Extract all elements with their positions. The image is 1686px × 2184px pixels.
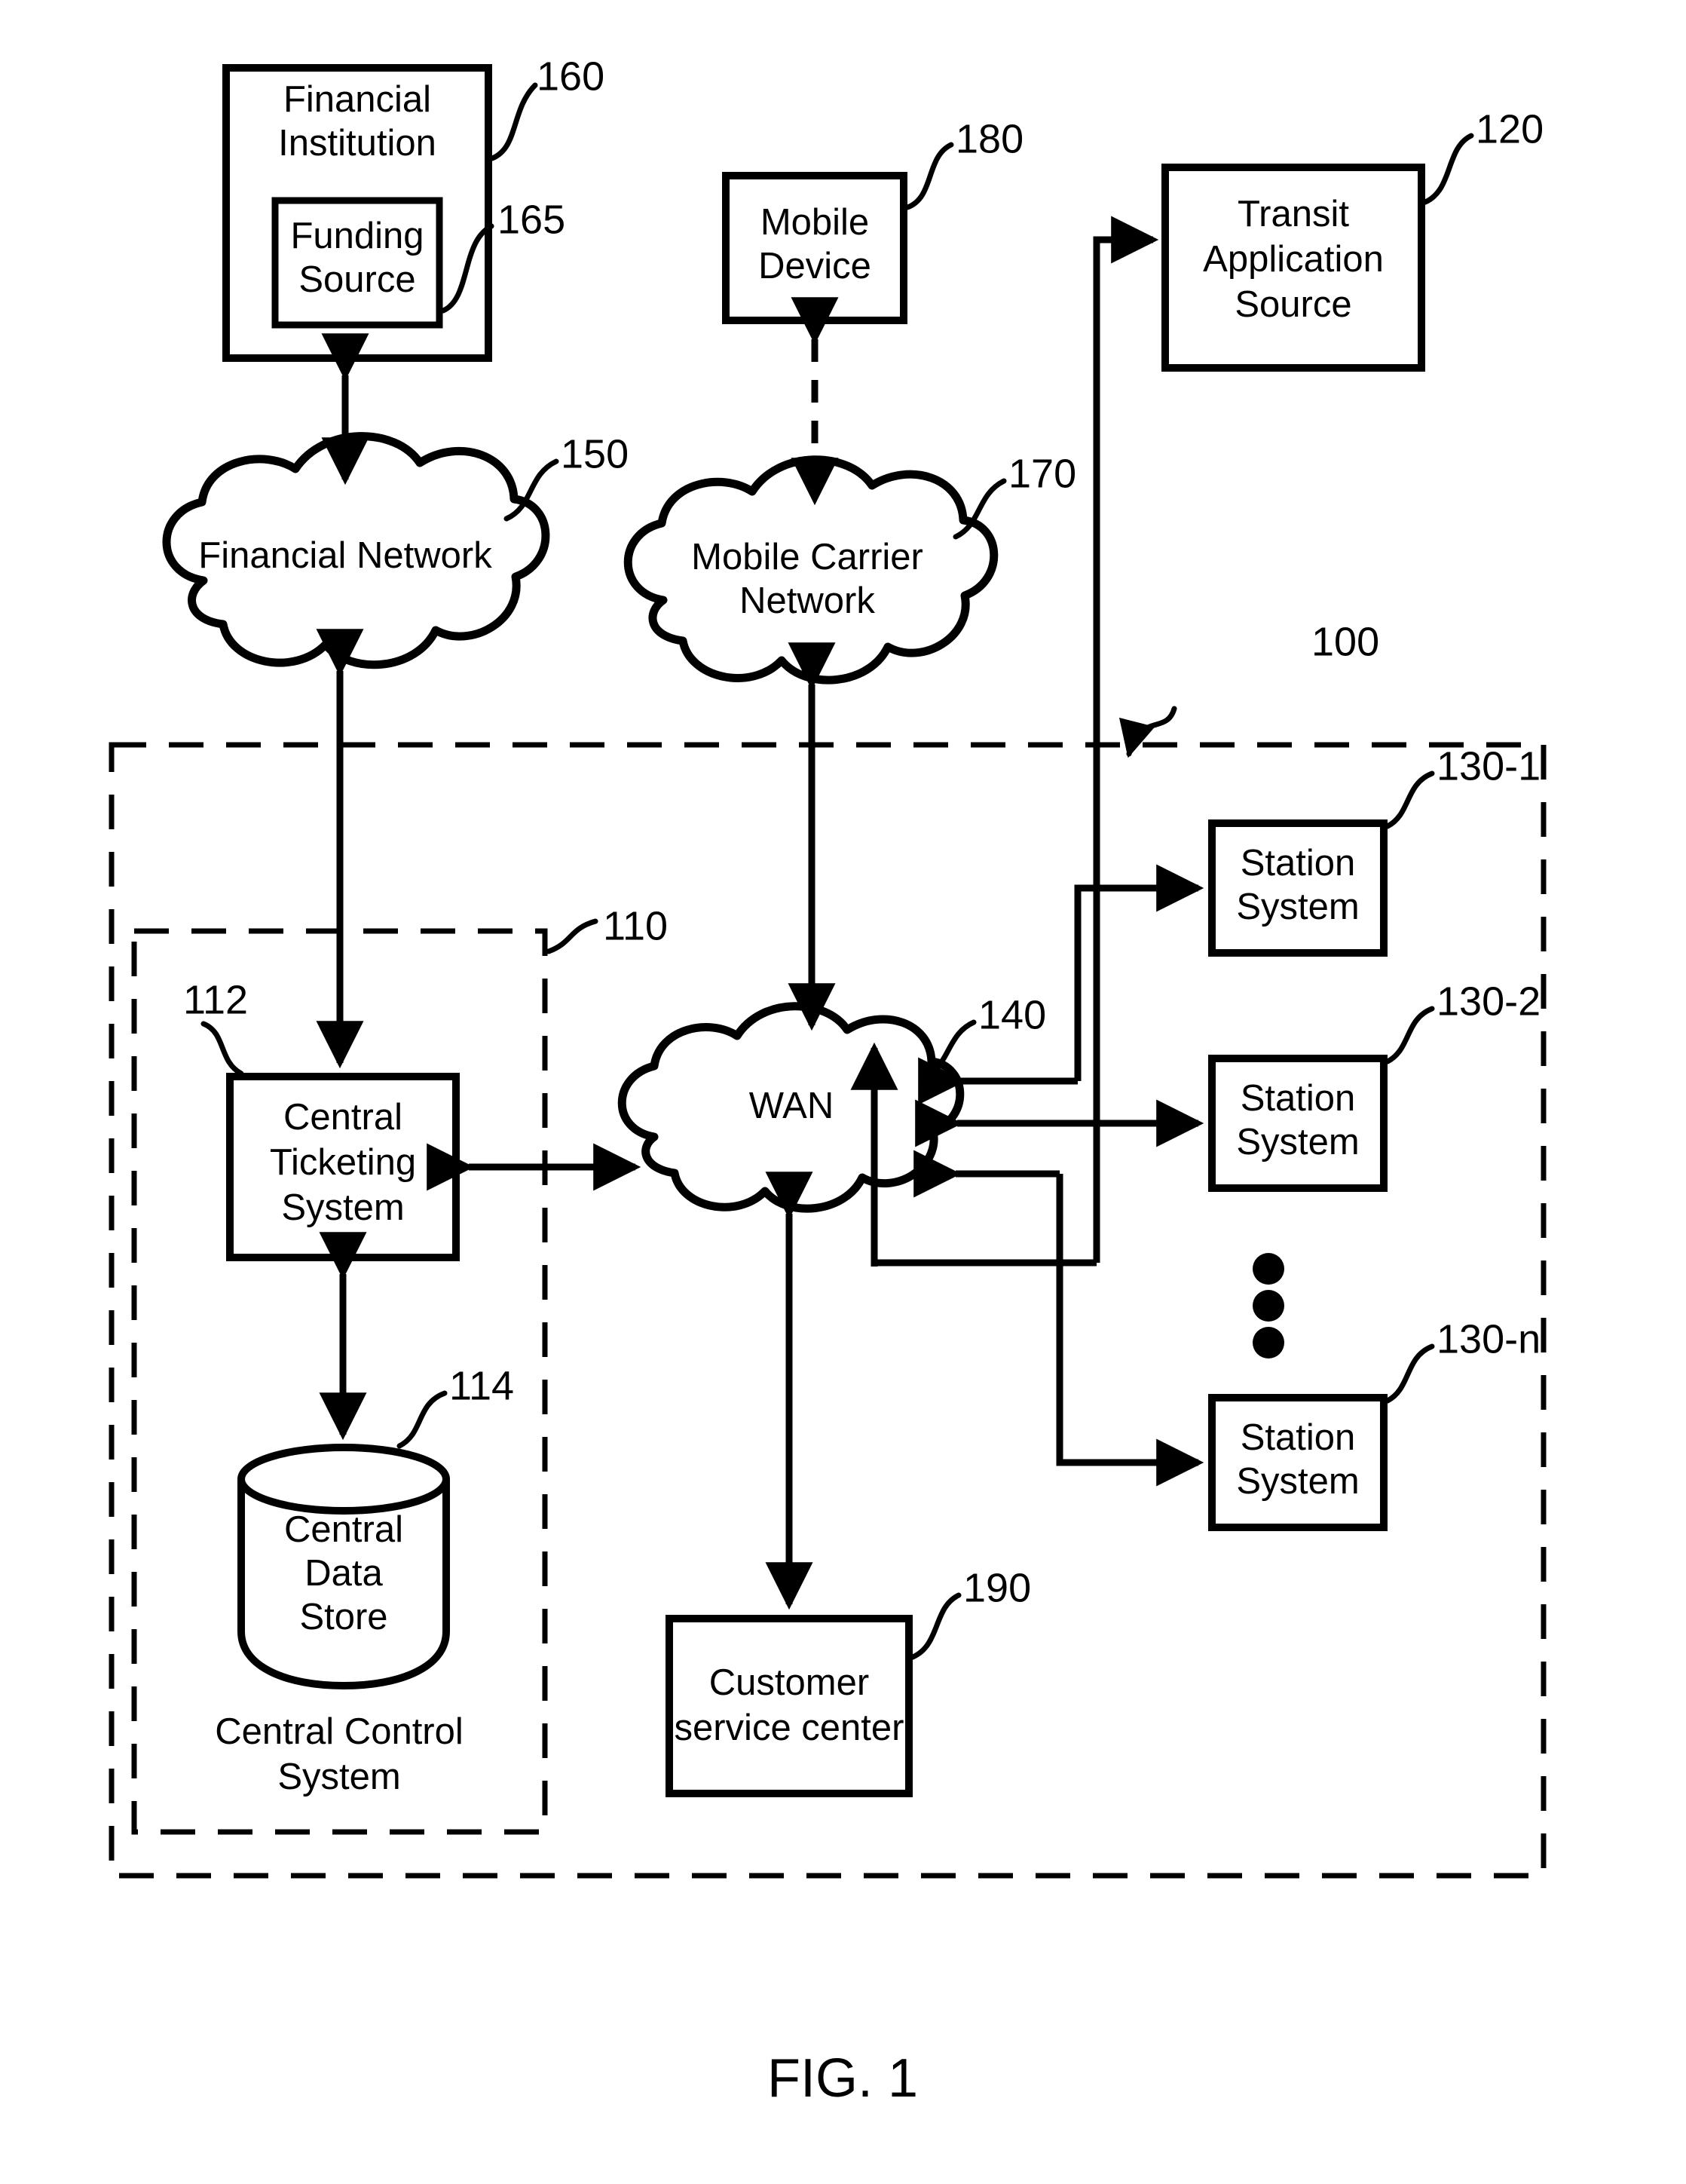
station-system-2-label-line1: Station [1241, 1078, 1356, 1119]
ref-180: 180 [956, 116, 1024, 161]
station-system-1-label-line1: Station [1241, 843, 1356, 884]
leader-160 [489, 82, 538, 161]
ref-100: 100 [1311, 619, 1379, 664]
ref-130-1: 130-1 [1437, 743, 1541, 789]
ref-130-2: 130-2 [1437, 979, 1541, 1024]
financial-institution-label-line1: Financial [283, 79, 431, 120]
ref-190: 190 [963, 1565, 1031, 1610]
mobile-carrier-network-label-line1: Mobile Carrier [691, 537, 923, 577]
edge-wan-transit-application-source [1093, 216, 1159, 1263]
financial-institution-label-line2: Institution [278, 123, 436, 164]
central-control-system-label-2: System [277, 1757, 400, 1797]
node-customer-service-center[interactable] [666, 1615, 913, 1797]
mobile-carrier-network-label-line2: Network [739, 580, 875, 621]
central-data-store-label-line3: Store [299, 1597, 387, 1637]
funding-source-label-line1: Funding [290, 216, 424, 256]
ref-150: 150 [561, 431, 629, 476]
funding-source-label-line2: Source [298, 259, 415, 300]
central-control-system-label-1: Central Control [215, 1711, 464, 1752]
leader-130-1 [1385, 770, 1435, 829]
ref-112: 112 [183, 977, 248, 1022]
ref-165: 165 [497, 197, 565, 242]
financial-network-label: Financial Network [198, 535, 492, 576]
central-ticketing-label-line3: System [281, 1187, 404, 1228]
leader-180 [904, 142, 954, 210]
transit-app-source-label-line3: Source [1235, 284, 1351, 325]
leader-190 [910, 1592, 962, 1660]
station-system-n-label-line2: System [1236, 1461, 1359, 1502]
ref-110: 110 [603, 903, 668, 948]
edge-wan-station-system-n [1056, 1174, 1204, 1487]
transit-app-source-label-line2: Application [1203, 239, 1384, 280]
ref-120: 120 [1476, 106, 1544, 152]
leader-110 [546, 918, 598, 954]
leader-114 [396, 1390, 448, 1449]
customer-service-label-line1: Customer [709, 1662, 869, 1703]
ellipsis-dot-2 [1253, 1290, 1284, 1322]
station-system-2-label-line2: System [1236, 1122, 1359, 1162]
transit-app-source-label-line1: Transit [1238, 194, 1349, 234]
station-system-n-label-line1: Station [1241, 1417, 1356, 1458]
leader-120 [1422, 133, 1474, 205]
leader-130-2 [1385, 1006, 1435, 1064]
central-data-store-label-line2: Data [304, 1553, 383, 1594]
leader-112 [200, 1021, 244, 1077]
central-data-store-label-line1: Central [284, 1509, 403, 1550]
ref-130-n: 130-n [1437, 1316, 1541, 1362]
ref-114: 114 [449, 1363, 514, 1408]
ellipsis-dot-3 [1253, 1327, 1284, 1358]
ref-170: 170 [1008, 451, 1076, 496]
ref-160: 160 [537, 54, 604, 99]
wan-label: WAN [749, 1086, 834, 1126]
ref-140: 140 [978, 992, 1046, 1037]
mobile-device-label-line2: Device [758, 246, 871, 286]
figure-caption: FIG. 1 [767, 2048, 918, 2109]
customer-service-label-line2: service center [674, 1708, 904, 1748]
ellipsis-dot-1 [1253, 1253, 1284, 1285]
figure-canvas: 100 110 Central Control System Central C… [109, 54, 1547, 2109]
mobile-device-label-line1: Mobile [760, 202, 869, 243]
central-ticketing-label-line1: Central [283, 1097, 402, 1138]
node-central-data-store-top [237, 1444, 450, 1515]
central-ticketing-label-line2: Ticketing [270, 1142, 416, 1183]
figure-page: 100 110 Central Control System Central C… [0, 0, 1686, 2184]
station-system-1-label-line2: System [1236, 887, 1359, 927]
leader-130-n [1385, 1343, 1435, 1404]
